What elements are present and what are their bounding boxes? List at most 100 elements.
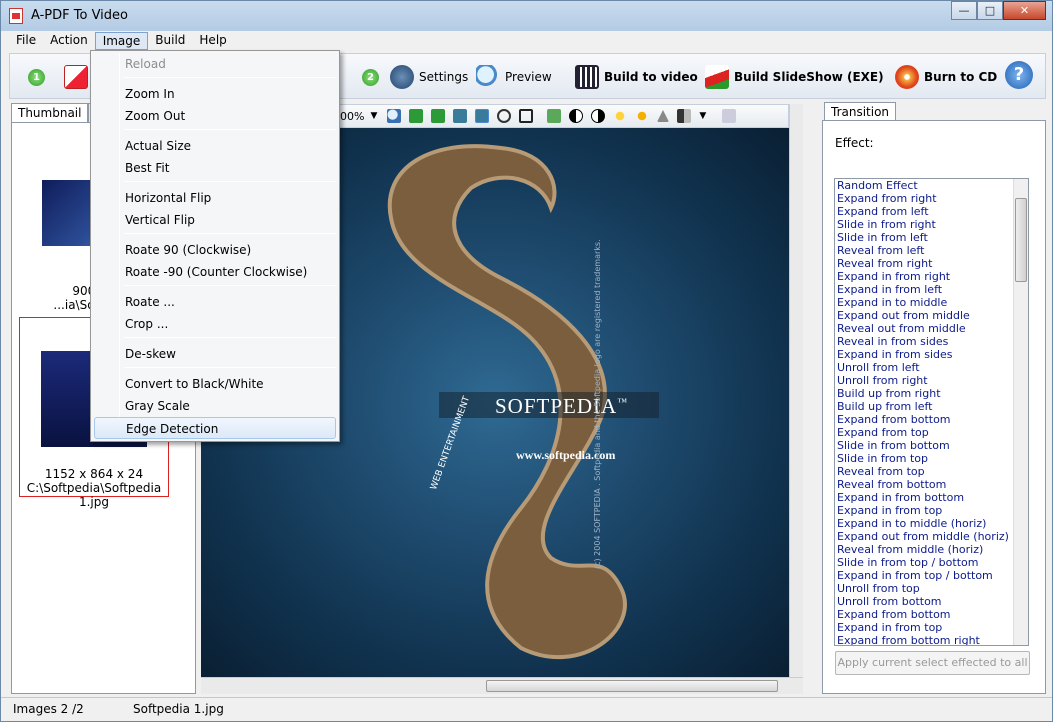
effect-item[interactable]: Expand out from middle <box>835 309 1028 322</box>
effect-item[interactable]: Slide in from top <box>835 452 1028 465</box>
fit-icon[interactable] <box>722 109 737 123</box>
menu-item-roate[interactable]: Roate ... <box>94 291 336 313</box>
minimize-button[interactable]: — <box>951 1 977 20</box>
settings-button[interactable]: Settings <box>390 64 468 90</box>
contrast-icon[interactable] <box>569 109 584 123</box>
more-dropdown-icon[interactable]: ▼ <box>699 111 706 121</box>
menu-item-zoom-out[interactable]: Zoom Out <box>94 105 336 127</box>
menu-item-roate-90-counter-clockwise[interactable]: Roate -90 (Counter Clockwise) <box>94 261 336 283</box>
help-icon: ? <box>1005 61 1033 89</box>
zoom-icon[interactable] <box>387 109 402 123</box>
brightness-2-icon[interactable] <box>635 109 650 123</box>
menu-item-horizontal-flip[interactable]: Horizontal Flip <box>94 187 336 209</box>
menu-item-reload[interactable]: Reload <box>94 53 336 75</box>
rotate-icon[interactable] <box>497 109 512 123</box>
effect-item[interactable]: Expand from right <box>835 192 1028 205</box>
menu-item-roate-90-clockwise[interactable]: Roate 90 (Clockwise) <box>94 239 336 261</box>
effect-item[interactable]: Reveal in from sides <box>835 335 1028 348</box>
effect-list-scrollbar[interactable] <box>1013 179 1028 645</box>
effect-item[interactable]: Expand from bottom <box>835 413 1028 426</box>
close-button[interactable]: ✕ <box>1003 1 1046 20</box>
deskew-icon[interactable] <box>547 109 562 123</box>
menu-file[interactable]: File <box>9 32 43 50</box>
effect-item[interactable]: Expand from bottom right <box>835 634 1028 645</box>
effect-item[interactable]: Expand in from top <box>835 621 1028 634</box>
effect-item[interactable]: Expand in from top <box>835 504 1028 517</box>
effect-item[interactable]: Slide in from left <box>835 231 1028 244</box>
build-slideshow-button[interactable]: Build SlideShow (EXE) ▼ <box>705 64 903 90</box>
effect-item[interactable]: Unroll from bottom <box>835 595 1028 608</box>
menu-separator <box>124 181 336 182</box>
effect-item[interactable]: Slide in from right <box>835 218 1028 231</box>
effect-item[interactable]: Build up from left <box>835 400 1028 413</box>
menu-separator <box>124 129 336 130</box>
menu-item-zoom-in[interactable]: Zoom In <box>94 83 336 105</box>
effect-item[interactable]: Reveal from bottom <box>835 478 1028 491</box>
preview-button[interactable]: Preview <box>476 64 552 90</box>
mirror-icon[interactable] <box>453 109 468 123</box>
sharpen-icon[interactable] <box>657 110 670 122</box>
copyright-wrap: (c) 2004 SOFTPEDIA . Softpedia and the S… <box>591 137 605 577</box>
menu-item-best-fit[interactable]: Best Fit <box>94 157 336 179</box>
effect-item[interactable]: Expand in to middle <box>835 296 1028 309</box>
flip-vertical-icon[interactable] <box>409 109 424 123</box>
brand-text: SOFTPEDIA™ <box>495 394 628 418</box>
effect-item[interactable]: Expand out from middle (horiz) <box>835 530 1028 543</box>
build-to-video-button[interactable]: Build to video <box>575 64 698 90</box>
effect-item[interactable]: Random Effect <box>835 179 1028 192</box>
effect-item[interactable]: Reveal out from middle <box>835 322 1028 335</box>
grayscale-icon[interactable] <box>677 109 692 123</box>
menu-item-vertical-flip[interactable]: Vertical Flip <box>94 209 336 231</box>
effect-item[interactable]: Unroll from left <box>835 361 1028 374</box>
menu-help[interactable]: Help <box>192 32 233 50</box>
effect-item[interactable]: Expand in from bottom <box>835 491 1028 504</box>
menu-item-actual-size[interactable]: Actual Size <box>94 135 336 157</box>
effect-item[interactable]: Expand in from sides <box>835 348 1028 361</box>
effect-scroll-thumb[interactable] <box>1015 198 1027 282</box>
effect-item[interactable]: Reveal from top <box>835 465 1028 478</box>
effect-item[interactable]: Expand in from right <box>835 270 1028 283</box>
effect-item[interactable]: Expand in from left <box>835 283 1028 296</box>
tab-thumbnail[interactable]: Thumbnail <box>11 103 89 123</box>
menu-item-crop[interactable]: Crop ... <box>94 313 336 335</box>
menu-action[interactable]: Action <box>43 32 95 50</box>
menu-item-de-skew[interactable]: De-skew <box>94 343 336 365</box>
effect-item[interactable]: Expand from left <box>835 205 1028 218</box>
mirror-2-icon[interactable] <box>475 109 490 123</box>
tab-transition[interactable]: Transition <box>824 102 897 122</box>
effect-item[interactable]: Slide in from top / bottom <box>835 556 1028 569</box>
app-icon <box>9 8 23 24</box>
add-pdf-button[interactable] <box>64 64 93 90</box>
effect-item[interactable]: Build up from right <box>835 387 1028 400</box>
effect-item[interactable]: Reveal from right <box>835 257 1028 270</box>
effect-item[interactable]: Unroll from top <box>835 582 1028 595</box>
zoom-combo[interactable]: 00% <box>340 110 364 123</box>
menu-item-gray-scale[interactable]: Gray Scale <box>94 395 336 417</box>
effect-list[interactable]: Random Effect Expand from right Expand fro… <box>834 178 1029 646</box>
menu-build[interactable]: Build <box>148 32 192 50</box>
effect-item[interactable]: Reveal from left <box>835 244 1028 257</box>
scroll-thumb[interactable] <box>486 680 778 692</box>
effect-item[interactable]: Expand in from top / bottom <box>835 569 1028 582</box>
canvas-vertical-scrollbar[interactable] <box>789 104 803 677</box>
effect-item[interactable]: Unroll from right <box>835 374 1028 387</box>
effect-item[interactable]: Reveal from middle (horiz) <box>835 543 1028 556</box>
menu-item-edge-detection[interactable]: Edge Detection <box>94 417 336 439</box>
flip-horizontal-icon[interactable] <box>431 109 446 123</box>
effect-item[interactable]: Slide in from bottom <box>835 439 1028 452</box>
brightness-icon[interactable] <box>613 109 628 123</box>
apply-to-all-button[interactable]: Apply current select effected to all <box>835 651 1030 675</box>
crop-icon[interactable] <box>519 109 534 123</box>
burn-to-cd-button[interactable]: Burn to CD <box>895 64 997 90</box>
effect-item[interactable]: Expand from bottom <box>835 608 1028 621</box>
canvas-horizontal-scrollbar[interactable] <box>201 677 803 694</box>
menu-item-convert-to-black-white[interactable]: Convert to Black/White <box>94 373 336 395</box>
help-button[interactable]: ? <box>1005 61 1033 89</box>
effect-item[interactable]: Expand in to middle (horiz) <box>835 517 1028 530</box>
maximize-button[interactable]: □ <box>977 1 1003 20</box>
invert-icon[interactable] <box>591 109 606 123</box>
zoom-dropdown-icon[interactable]: ▼ <box>370 111 377 121</box>
menu-image[interactable]: Image <box>94 32 149 50</box>
effect-item[interactable]: Expand from top <box>835 426 1028 439</box>
menu-separator <box>124 367 336 368</box>
